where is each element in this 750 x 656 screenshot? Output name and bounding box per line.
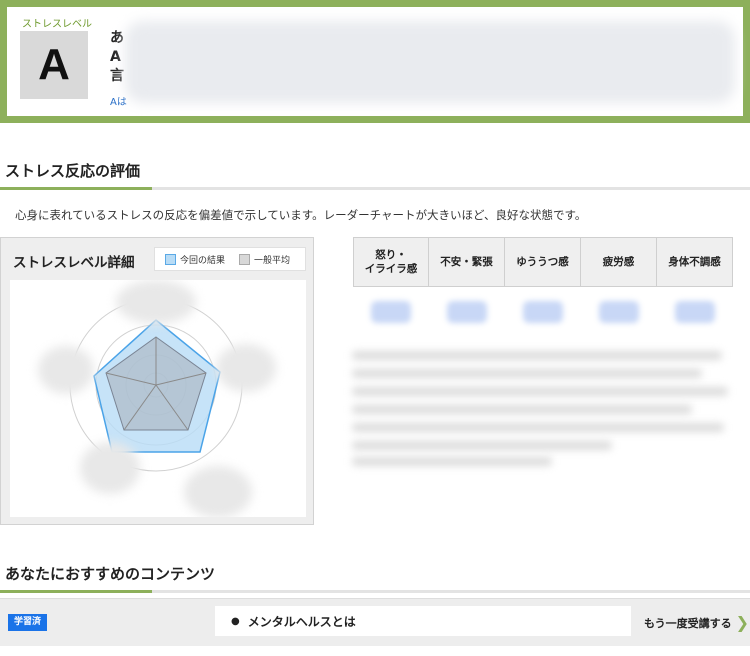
bullet-icon: ●	[231, 615, 240, 627]
chevron-right-icon: ❯	[735, 613, 750, 632]
stress-level-grade: A	[20, 31, 88, 99]
radar-panel: ストレスレベル詳細 今回の結果 一般平均	[0, 237, 314, 525]
score-table-header: 怒り・ イライラ感 不安・緊張 ゆううつ感 疲労感 身体不調感	[353, 237, 733, 287]
score-value-redacted	[371, 301, 411, 323]
content-item-label: メンタルヘルスとは	[247, 614, 356, 629]
section-divider-accent	[0, 590, 152, 593]
score-header-depression: ゆううつ感	[505, 237, 581, 287]
score-header-fatigue: 疲労感	[581, 237, 657, 287]
description-line-3: 言	[110, 68, 124, 84]
stress-level-caption: ストレスレベル	[22, 19, 92, 30]
section-divider-accent	[0, 187, 152, 190]
radar-chart-area	[10, 280, 306, 517]
legend-swatch-average	[239, 253, 251, 265]
evaluation-title: ストレス反応の評価	[5, 162, 141, 180]
score-header-physical: 身体不調感	[657, 237, 733, 287]
score-value-redacted	[523, 301, 563, 323]
recommend-content-row: 学習済 ● メンタルヘルスとは もう一度受講する ❯	[0, 598, 750, 646]
score-value-redacted	[675, 301, 715, 323]
retake-button[interactable]: もう一度受講する ❯	[644, 613, 749, 632]
score-header-anger: 怒り・ イライラ感	[353, 237, 429, 287]
radar-title: ストレスレベル詳細	[13, 255, 135, 271]
score-table-values	[353, 287, 734, 331]
recommend-title: あなたにおすすめのコンテンツ	[5, 565, 216, 583]
evaluation-section-header: ストレス反応の評価	[0, 150, 750, 190]
score-header-fatigue-label: 疲労感	[602, 256, 635, 268]
radar-legend: 今回の結果 一般平均	[154, 247, 306, 271]
stress-level-link[interactable]: Aは	[110, 93, 127, 108]
evaluation-intro: 心身に表れているストレスの反応を偏差値で示しています。レーダーチャートが大きいほ…	[15, 208, 587, 222]
stress-level-panel: ストレスレベル A あ A 言 Aは	[0, 0, 750, 123]
description-line-1: あ	[110, 30, 124, 46]
score-header-anxiety-label: 不安・緊張	[440, 256, 493, 268]
description-line-2: A	[110, 49, 121, 65]
score-comment-redacted	[352, 345, 730, 467]
score-header-physical-label: 身体不調感	[668, 256, 721, 268]
content-link-mental-health[interactable]: ● メンタルヘルスとは	[215, 606, 631, 636]
recommend-section-header: あなたにおすすめのコンテンツ	[0, 553, 750, 593]
score-value-redacted	[599, 301, 639, 323]
score-header-depression-label: ゆううつ感	[516, 256, 569, 268]
score-header-anger-label: 怒り・ イライラ感	[364, 249, 418, 275]
legend-swatch-current	[165, 253, 176, 265]
stress-level-description: あ A 言	[110, 29, 124, 86]
score-value-redacted	[447, 301, 487, 323]
learned-badge: 学習済	[8, 614, 48, 631]
redacted-description	[125, 21, 735, 103]
legend-current-label: 今回の結果	[180, 255, 226, 266]
retake-label: もう一度受講する	[644, 616, 732, 630]
score-header-anxiety: 不安・緊張	[429, 237, 505, 287]
legend-average-label: 一般平均	[254, 255, 291, 266]
radar-chart	[38, 280, 276, 517]
